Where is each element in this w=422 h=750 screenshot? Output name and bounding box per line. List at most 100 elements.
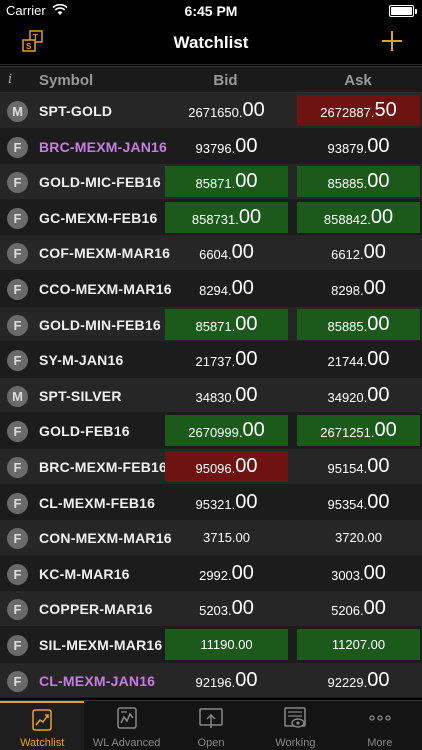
table-row[interactable]: F COF-MEXM-MAR16 6604. 00 6612. 00: [0, 235, 422, 271]
table-row[interactable]: F GOLD-FEB16 2670999. 00 2671251. 00: [0, 413, 422, 449]
ask-price[interactable]: 2672887. 50: [297, 95, 420, 126]
table-row[interactable]: F GOLD-MIC-FEB16 85871. 00 85885. 00: [0, 164, 422, 200]
ask-price-integer: 2672887.: [320, 105, 375, 120]
instrument-type-badge: F: [7, 492, 28, 514]
bid-price[interactable]: 95321. 00: [165, 487, 288, 518]
instrument-type-badge: F: [7, 634, 28, 656]
tab-watchlist[interactable]: Watchlist: [0, 701, 85, 750]
instrument-type-badge: F: [7, 314, 28, 336]
bid-price-decimal: 00: [235, 490, 258, 513]
bid-price-integer: 2670999.: [188, 425, 243, 441]
table-row[interactable]: F CL-MEXM-JAN16 92196. 00 92229. 00: [0, 662, 422, 699]
ask-price[interactable]: 858842. 00: [297, 201, 420, 233]
ask-price-integer: 858842.: [323, 211, 371, 227]
ask-price[interactable]: 21744. 00: [297, 344, 420, 375]
bid-price[interactable]: 858731. 00: [165, 201, 288, 233]
ask-price[interactable]: 2671251. 00: [297, 415, 420, 447]
ask-price[interactable]: 5206. 00: [297, 593, 420, 624]
ask-price-integer: 6612.: [331, 247, 364, 263]
bid-price[interactable]: 2992. 00: [165, 558, 288, 589]
ask-price-decimal: 00: [370, 205, 394, 228]
instrument-type-badge: F: [7, 243, 28, 265]
bid-price-decimal: 00: [235, 383, 258, 406]
ask-price[interactable]: 3720.00: [297, 522, 420, 553]
ask-price[interactable]: 6612. 00: [297, 237, 420, 268]
instrument-type-badge: M: [7, 385, 28, 407]
tab-working[interactable]: Working: [253, 701, 337, 750]
bid-price-decimal: 00: [235, 134, 258, 157]
ask-price[interactable]: 34920. 00: [297, 380, 420, 411]
instrument-type-badge: F: [7, 172, 28, 194]
bid-price[interactable]: 34830. 00: [165, 380, 288, 411]
table-row[interactable]: F COPPER-MAR16 5203. 00 5206. 00: [0, 591, 422, 627]
table-row[interactable]: F BRC-MEXM-JAN16 93796. 00 93879. 00: [0, 128, 422, 165]
table-row[interactable]: F KC-M-MAR16 2992. 00 3003. 00: [0, 555, 422, 592]
table-row[interactable]: F GC-MEXM-FEB16 858731. 00 858842. 00: [0, 199, 422, 236]
symbol-label: GOLD-FEB16: [39, 423, 130, 440]
ask-price-integer: 92229.: [327, 674, 368, 690]
bid-price[interactable]: 2671650. 00: [165, 95, 288, 126]
ask-column-header[interactable]: Ask: [295, 72, 421, 89]
table-row[interactable]: F CON-MEXM-MAR16 3715.00 3720.00: [0, 520, 422, 556]
symbol-label: BRC-MEXM-JAN16: [39, 138, 168, 155]
symbol-label: CL-MEXM-JAN16: [39, 672, 156, 689]
bid-price[interactable]: 5203. 00: [165, 593, 288, 624]
table-row[interactable]: F SIL-MEXM-MAR16 11190.00 11207.00: [0, 626, 422, 663]
instrument-type-badge: F: [7, 136, 28, 158]
ask-price[interactable]: 8298. 00: [297, 273, 420, 304]
bid-price[interactable]: 11190.00: [165, 628, 288, 660]
ask-price-decimal: 00: [367, 383, 390, 406]
table-row[interactable]: F CCO-MEXM-MAR16 8294. 00 8298. 00: [0, 270, 422, 307]
bid-price-value: 3715.00: [203, 530, 250, 546]
bid-price-integer: 95096.: [195, 460, 236, 476]
bid-price-decimal: 00: [242, 419, 265, 442]
symbol-label: COF-MEXM-MAR16: [39, 245, 171, 262]
symbol-label: GC-MEXM-FEB16: [39, 209, 158, 226]
bid-price[interactable]: 8294. 00: [165, 273, 288, 304]
ask-price[interactable]: 11207.00: [297, 628, 420, 660]
tab-label: Watchlist: [20, 737, 65, 749]
symbol-label: KC-M-MAR16: [39, 565, 130, 582]
table-row[interactable]: F CL-MEXM-FEB16 95321. 00 95354. 00: [0, 484, 422, 521]
ask-price[interactable]: 3003. 00: [297, 558, 420, 589]
bid-price[interactable]: 21737. 00: [165, 344, 288, 375]
ask-price[interactable]: 92229. 00: [297, 665, 420, 696]
bid-price[interactable]: 2670999. 00: [165, 415, 288, 447]
instrument-type-badge: F: [7, 670, 28, 692]
ask-price-integer: 85885.: [327, 318, 368, 334]
ask-price[interactable]: 85885. 00: [297, 166, 420, 198]
ask-price-integer: 95354.: [327, 496, 368, 512]
symbol-label: SIL-MEXM-MAR16: [39, 636, 163, 653]
add-symbol-icon[interactable]: [382, 31, 402, 51]
bid-price[interactable]: 85871. 00: [165, 166, 288, 198]
tab-label: Working: [275, 737, 316, 749]
tab-open[interactable]: Open: [169, 701, 253, 750]
ask-price[interactable]: 95154. 00: [297, 451, 420, 482]
bid-price[interactable]: 3715.00: [165, 522, 288, 553]
table-row[interactable]: F GOLD-MIN-FEB16 85871. 00 85885. 00: [0, 306, 422, 343]
bid-price[interactable]: 95096. 00: [165, 450, 288, 482]
bid-price[interactable]: 92196. 00: [165, 665, 288, 696]
ask-price-decimal: 00: [367, 348, 390, 371]
table-row[interactable]: F BRC-MEXM-FEB16 95096. 00 95154. 00: [0, 448, 422, 485]
tab-wl-advanced[interactable]: WL Advanced: [84, 701, 168, 750]
bid-price-decimal: 00: [231, 561, 254, 584]
symbol-column-header[interactable]: Symbol: [39, 72, 93, 89]
bid-price[interactable]: 6604. 00: [165, 237, 288, 268]
table-row[interactable]: M SPT-SILVER 34830. 00 34920. 00: [0, 377, 422, 414]
bid-column-header[interactable]: Bid: [163, 72, 288, 89]
instrument-type-badge: F: [7, 563, 28, 585]
instrument-type-badge: F: [7, 421, 28, 443]
info-icon[interactable]: i: [8, 72, 12, 87]
table-row[interactable]: F SY-M-JAN16 21737. 00 21744. 00: [0, 342, 422, 378]
tab-more[interactable]: More: [338, 701, 422, 750]
ask-price-decimal: 00: [374, 419, 397, 442]
ask-price-integer: 2671251.: [320, 425, 375, 441]
instrument-type-badge: F: [7, 528, 28, 550]
bid-price[interactable]: 85871. 00: [165, 308, 288, 340]
bid-price[interactable]: 93796. 00: [165, 131, 288, 162]
ask-price[interactable]: 85885. 00: [297, 308, 420, 340]
ask-price[interactable]: 93879. 00: [297, 131, 420, 162]
ask-price[interactable]: 95354. 00: [297, 487, 420, 518]
table-row[interactable]: M SPT-GOLD 2671650. 00 2672887. 50: [0, 93, 422, 129]
